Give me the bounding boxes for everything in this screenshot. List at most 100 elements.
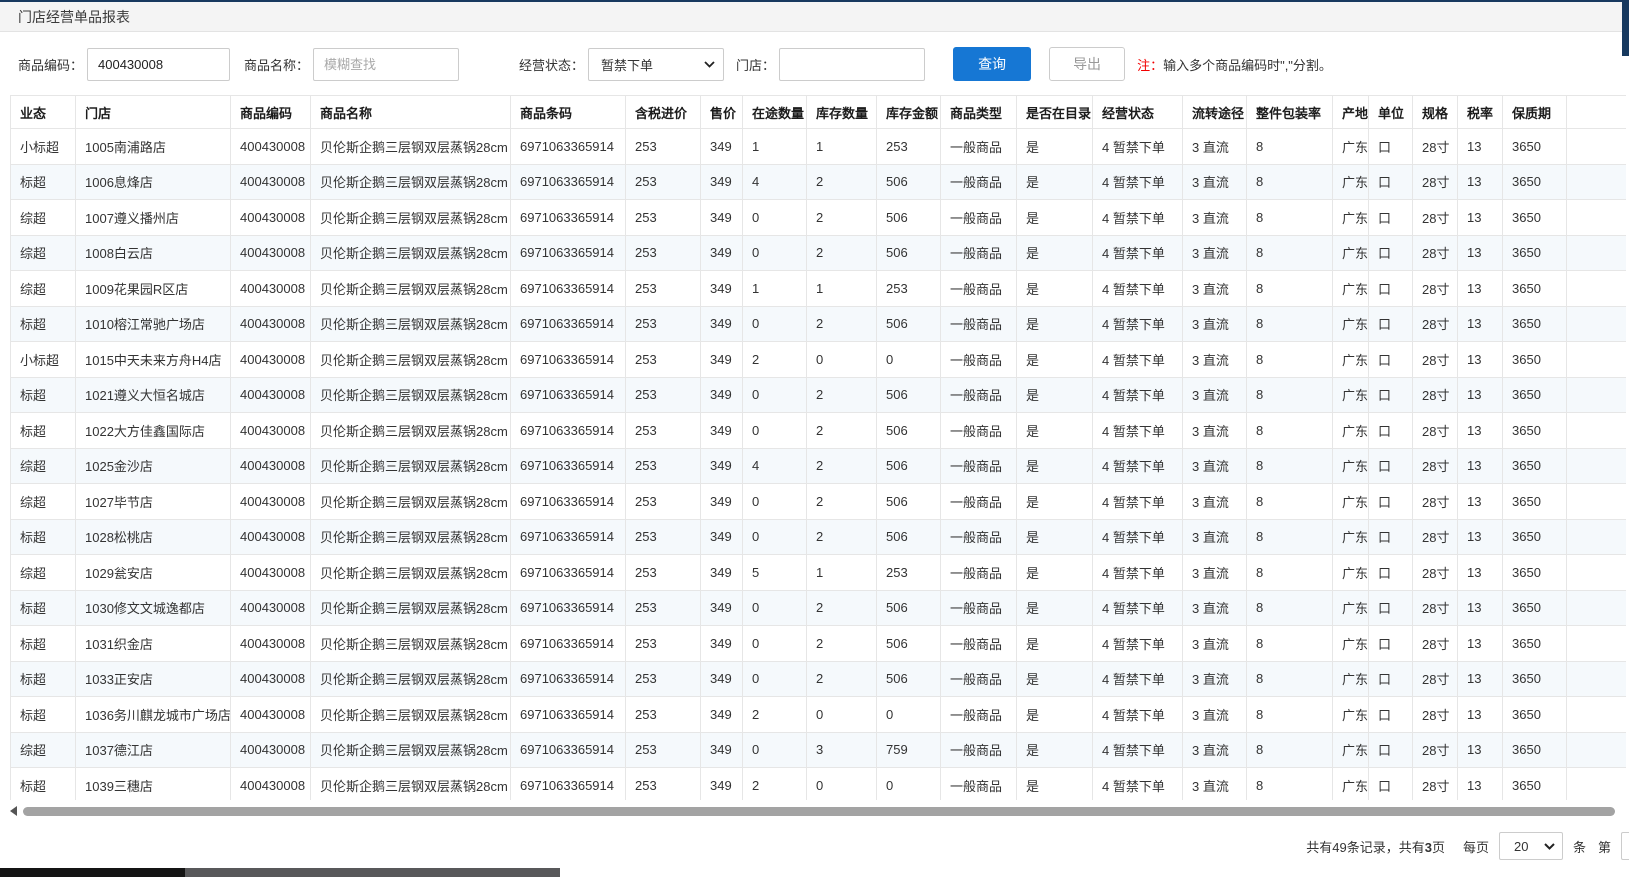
table-cell: 253 [626,377,701,413]
search-button[interactable]: 查询 [953,47,1031,81]
table-row: 标超1028松桃店400430008贝伦斯企鹅三层钢双层蒸锅28cm697106… [11,519,1627,555]
table-cell: 广东 [1333,661,1369,697]
horizontal-scrollbar[interactable] [10,805,1622,817]
table-cell: 是 [1017,448,1093,484]
table-cell: 0 [743,377,807,413]
table-cell: 是 [1017,129,1093,165]
table-cell: 一般商品 [941,164,1017,200]
table-cell: 6971063365914 [511,129,626,165]
table-cell: 4 暂禁下单 [1093,484,1183,520]
table-cell: 28寸 [1413,732,1458,768]
table-cell: 口 [1369,732,1413,768]
table-header-row: 业态门店商品编码商品名称商品条码含税进价售价在途数量库存数量库存金额商品类型是否… [11,96,1627,129]
page-size-select[interactable]: 20 [1499,832,1563,860]
table-cell: 贝伦斯企鹅三层钢双层蒸锅28cm [311,519,511,555]
table-cell: 3 直流 [1183,555,1247,591]
product-code-input[interactable] [87,48,230,81]
table-cell: 28寸 [1413,590,1458,626]
table-cell: 1010榕江常驰广场店 [76,306,231,342]
table-cell [1567,129,1627,165]
table-cell: 标超 [11,590,76,626]
table-cell: 口 [1369,555,1413,591]
table-cell: 3650 [1503,697,1567,733]
table-cell: 广东 [1333,448,1369,484]
column-header: 商品编码 [231,96,311,129]
table-cell: 8 [1247,484,1333,520]
report-table-container: 业态门店商品编码商品名称商品条码含税进价售价在途数量库存数量库存金额商品类型是否… [10,95,1626,800]
table-cell [1567,448,1627,484]
table-cell: 一般商品 [941,377,1017,413]
table-cell: 贝伦斯企鹅三层钢双层蒸锅28cm [311,697,511,733]
table-cell: 广东 [1333,555,1369,591]
table-cell: 6971063365914 [511,164,626,200]
column-header: 税率 [1458,96,1503,129]
table-cell: 口 [1369,342,1413,378]
table-cell: 1025金沙店 [76,448,231,484]
table-cell: 506 [877,200,941,236]
table-cell: 253 [626,484,701,520]
table-cell: 1 [807,129,877,165]
table-cell: 0 [807,342,877,378]
table-cell: 综超 [11,732,76,768]
table-cell: 13 [1458,732,1503,768]
table-cell: 253 [626,661,701,697]
table-cell: 3650 [1503,377,1567,413]
column-header: 经营状态 [1093,96,1183,129]
table-cell: 3650 [1503,626,1567,662]
table-cell: 贝伦斯企鹅三层钢双层蒸锅28cm [311,200,511,236]
table-cell: 349 [701,519,743,555]
table-cell: 400430008 [231,448,311,484]
table-cell: 是 [1017,732,1093,768]
scrollbar-thumb[interactable] [23,807,1615,816]
table-cell: 1031织金店 [76,626,231,662]
table-cell: 13 [1458,590,1503,626]
table-cell: 3650 [1503,306,1567,342]
table-cell: 1037德江店 [76,732,231,768]
table-cell: 口 [1369,484,1413,520]
table-cell: 是 [1017,235,1093,271]
table-cell: 是 [1017,377,1093,413]
table-cell: 3650 [1503,235,1567,271]
column-header [1567,96,1627,129]
table-cell: 3 直流 [1183,697,1247,733]
table-row: 综超1029瓮安店400430008贝伦斯企鹅三层钢双层蒸锅28cm697106… [11,555,1627,591]
table-cell [1567,306,1627,342]
table-cell: 253 [626,342,701,378]
status-select[interactable]: 暂禁下单 [588,48,724,81]
page-number-input[interactable] [1621,832,1629,860]
table-cell: 广东 [1333,484,1369,520]
report-table: 业态门店商品编码商品名称商品条码含税进价售价在途数量库存数量库存金额商品类型是否… [10,95,1626,800]
scroll-left-arrow-icon[interactable] [10,806,17,816]
table-cell: 标超 [11,697,76,733]
table-cell: 贝伦斯企鹅三层钢双层蒸锅28cm [311,732,511,768]
table-cell: 2 [807,626,877,662]
table-cell: 0 [877,768,941,801]
table-cell: 口 [1369,306,1413,342]
table-cell: 349 [701,661,743,697]
table-cell: 8 [1247,413,1333,449]
table-cell: 贝伦斯企鹅三层钢双层蒸锅28cm [311,555,511,591]
column-header: 商品条码 [511,96,626,129]
table-cell: 3650 [1503,413,1567,449]
export-button[interactable]: 导出 [1049,47,1125,81]
table-cell: 4 暂禁下单 [1093,413,1183,449]
table-cell: 8 [1247,377,1333,413]
table-cell: 13 [1458,306,1503,342]
store-input[interactable] [779,48,925,81]
table-cell: 广东 [1333,697,1369,733]
table-cell: 3650 [1503,448,1567,484]
table-cell: 3650 [1503,661,1567,697]
table-cell: 口 [1369,235,1413,271]
table-cell: 3650 [1503,129,1567,165]
table-cell: 贝伦斯企鹅三层钢双层蒸锅28cm [311,448,511,484]
product-name-input[interactable] [313,48,459,81]
table-cell: 253 [626,590,701,626]
table-cell: 8 [1247,342,1333,378]
table-cell: 3 直流 [1183,626,1247,662]
table-cell: 一般商品 [941,129,1017,165]
table-cell: 400430008 [231,342,311,378]
table-row: 综超1008白云店400430008贝伦斯企鹅三层钢双层蒸锅28cm697106… [11,235,1627,271]
table-cell: 3650 [1503,519,1567,555]
right-accent-strip [1622,0,1629,56]
table-cell: 400430008 [231,484,311,520]
